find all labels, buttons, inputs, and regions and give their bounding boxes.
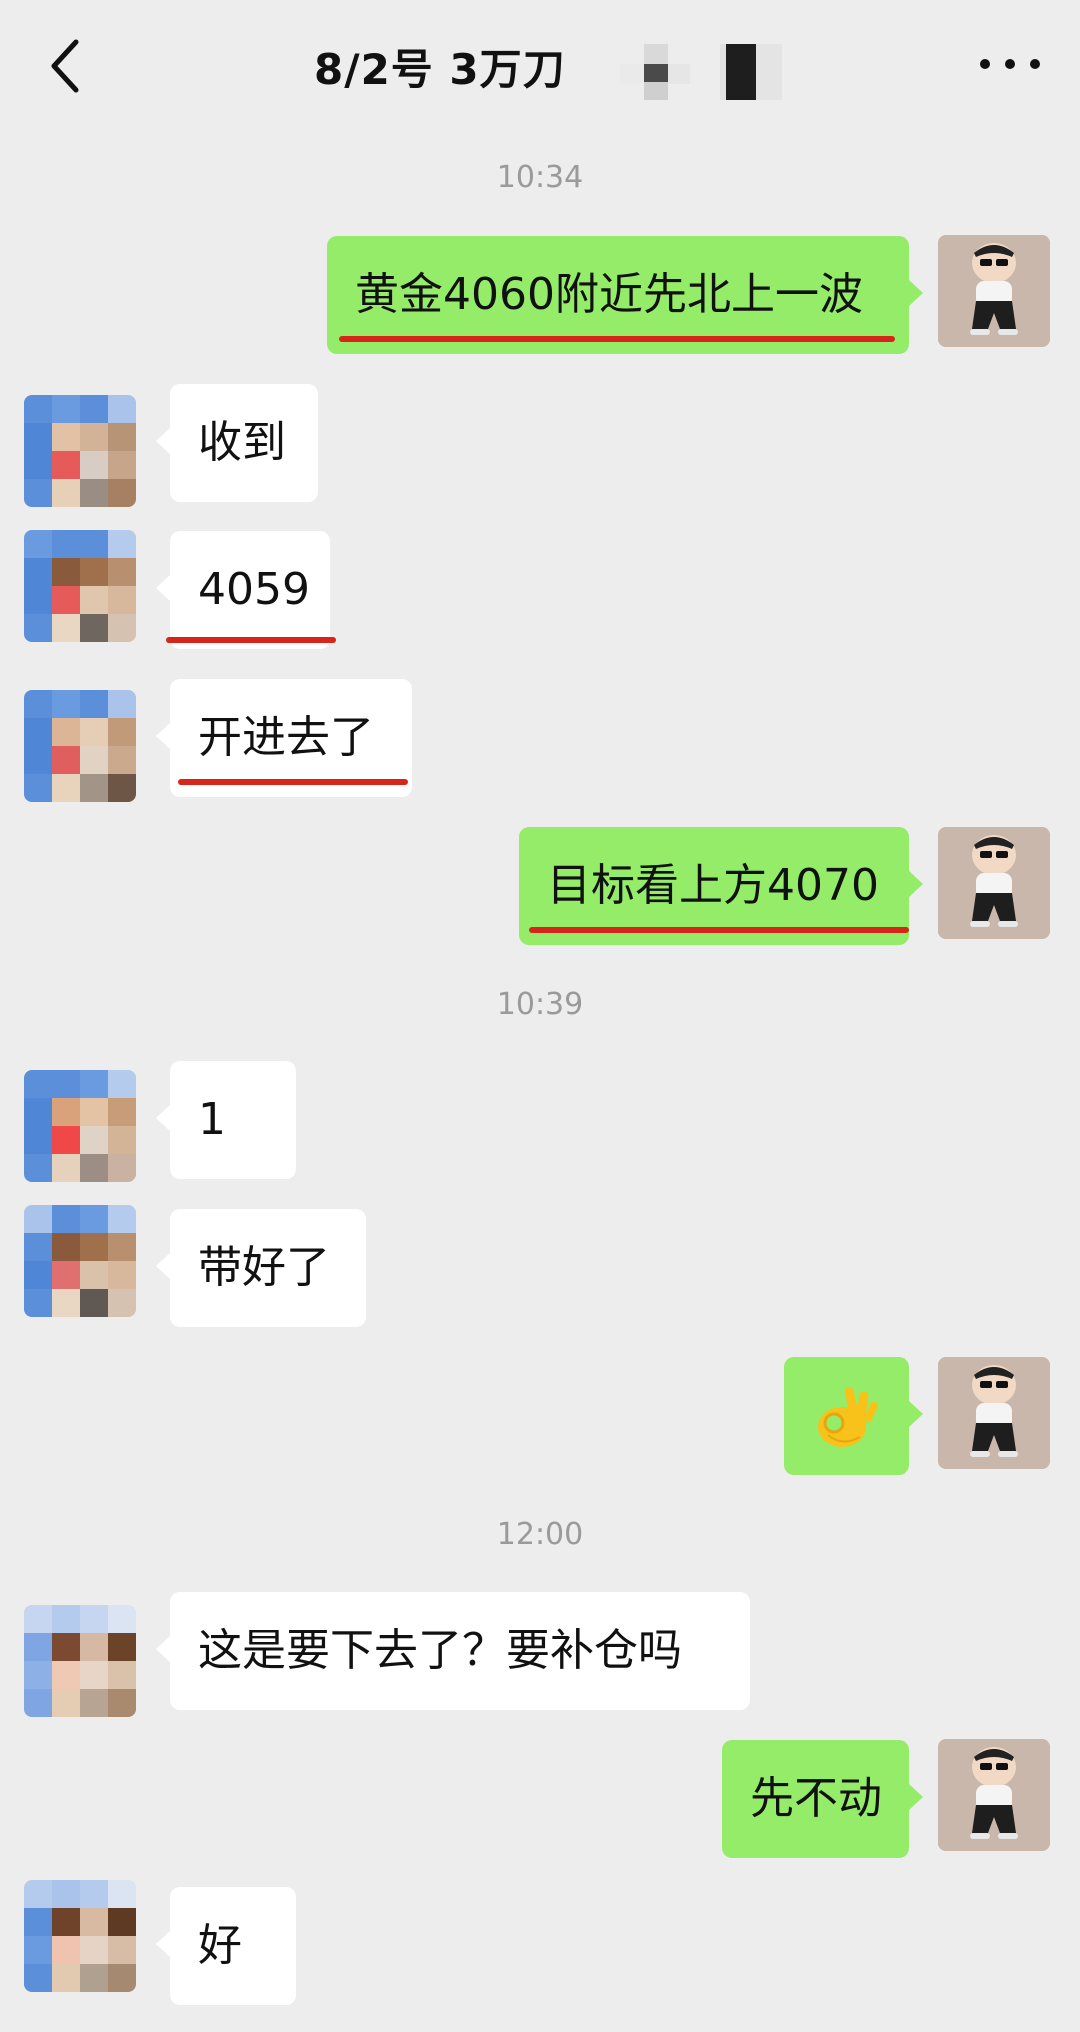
pixelated-avatar xyxy=(24,1605,136,1717)
pixelated-avatar xyxy=(24,530,136,642)
cartoon-avatar-icon xyxy=(938,1357,1050,1469)
red-underline xyxy=(529,927,909,933)
message-text: 目标看上方4070 xyxy=(547,860,879,911)
my-avatar[interactable] xyxy=(938,1357,1050,1469)
message-bubble-received[interactable]: 带好了 xyxy=(156,1209,366,1327)
message-bubble-sent[interactable]: 目标看上方4070 xyxy=(519,827,923,945)
contact-avatar[interactable] xyxy=(24,1605,136,1717)
message-text: 收到 xyxy=(198,417,286,468)
cartoon-avatar-icon xyxy=(938,1739,1050,1851)
message-bubble-sent[interactable]: 黄金4060附近先北上一波 xyxy=(327,236,923,354)
message-bubble-received[interactable]: 4059 xyxy=(156,531,336,649)
timestamp: 12:00 xyxy=(496,1517,584,1552)
message-text: 4059 xyxy=(198,564,310,615)
message-bubble-received[interactable]: 收到 xyxy=(156,384,318,502)
pixelated-name xyxy=(620,44,782,100)
message-bubble-received[interactable]: 这是要下去了？要补仓吗 xyxy=(156,1592,750,1710)
red-underline xyxy=(178,779,408,785)
chat-header: 8/2号 3万刀 xyxy=(0,0,1080,130)
back-button[interactable] xyxy=(38,30,98,100)
chevron-left-icon xyxy=(51,39,79,93)
contact-avatar[interactable] xyxy=(24,1070,136,1182)
pixelated-avatar xyxy=(24,395,136,507)
my-avatar[interactable] xyxy=(938,235,1050,347)
pixelated-avatar xyxy=(24,690,136,802)
pixelated-avatar xyxy=(24,1205,136,1317)
more-button[interactable] xyxy=(975,44,1045,84)
message-text: 这是要下去了？要补仓吗 xyxy=(198,1625,682,1676)
message-bubble-sent[interactable] xyxy=(784,1357,923,1475)
my-avatar[interactable] xyxy=(938,827,1050,939)
chat-title: 8/2号 3万刀 xyxy=(314,45,566,94)
message-bubble-sent[interactable]: 先不动 xyxy=(722,1740,923,1858)
ok-hand-emoji-icon xyxy=(818,1387,878,1447)
contact-avatar[interactable] xyxy=(24,1205,136,1317)
cartoon-avatar-icon xyxy=(938,235,1050,347)
message-text: 好 xyxy=(198,1920,242,1971)
red-underline xyxy=(166,637,336,643)
timestamp: 10:39 xyxy=(496,987,584,1022)
cartoon-avatar-icon xyxy=(938,827,1050,939)
more-dots-icon xyxy=(980,59,1040,69)
contact-avatar[interactable] xyxy=(24,395,136,507)
red-underline xyxy=(339,336,895,342)
pixelated-avatar xyxy=(24,1880,136,1992)
message-bubble-received[interactable]: 开进去了 xyxy=(156,679,412,797)
message-bubble-received[interactable]: 好 xyxy=(156,1887,296,2005)
contact-avatar[interactable] xyxy=(24,1880,136,1992)
pixelated-avatar xyxy=(24,1070,136,1182)
message-text: 1 xyxy=(198,1094,226,1145)
message-text: 黄金4060附近先北上一波 xyxy=(355,269,863,320)
contact-avatar[interactable] xyxy=(24,530,136,642)
message-bubble-received[interactable]: 1 xyxy=(156,1061,296,1179)
contact-avatar[interactable] xyxy=(24,690,136,802)
message-text: 带好了 xyxy=(198,1242,330,1293)
message-text: 开进去了 xyxy=(198,712,374,763)
my-avatar[interactable] xyxy=(938,1739,1050,1851)
timestamp: 10:34 xyxy=(496,160,584,195)
message-text: 先不动 xyxy=(750,1773,882,1824)
